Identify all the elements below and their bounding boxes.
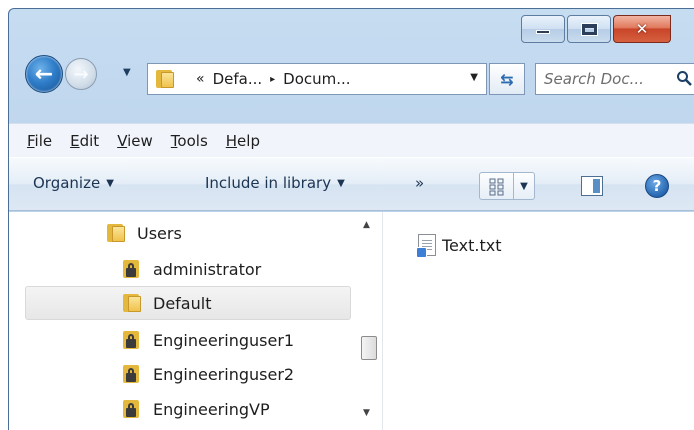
menu-file[interactable]: File [27,132,52,150]
tree-item-label: Default [153,293,212,313]
tree-item-label: Engineeringuser1 [153,330,295,350]
file-list-pane: Text.txt [384,212,694,430]
tiles-view-icon [489,178,504,196]
refresh-button[interactable]: ⇆ [489,63,525,95]
navigation-scrollbar[interactable]: ▲ ▼ [359,212,379,430]
search-box[interactable] [535,63,694,95]
help-button[interactable]: ? [645,174,669,198]
preview-pane-button[interactable] [581,176,603,196]
organize-button[interactable]: Organize ▼ [33,174,114,192]
view-options-dropdown-icon[interactable]: ▼ [514,173,534,199]
tree-item-engineeringuser1[interactable]: Engineeringuser1 [123,323,294,357]
scroll-down-icon[interactable]: ▼ [363,408,370,418]
menu-view[interactable]: View [117,132,153,150]
menu-bar: File Edit View Tools Help [9,123,694,157]
back-arrow-icon: ← [34,61,54,87]
folder-icon [156,70,176,88]
address-dropdown-icon[interactable]: ▼ [470,72,478,83]
forward-arrow-icon: → [73,63,89,85]
more-commands-button[interactable]: » [415,174,424,192]
minimize-icon [536,30,550,34]
breadcrumb-documents[interactable]: Docum... [283,70,350,88]
tree-item-default[interactable]: Default [25,286,351,320]
navigation-pane: Users administrator Default Engineeringu… [9,212,383,430]
locked-folder-icon [123,365,143,383]
tree-item-engineeringuser2[interactable]: Engineeringuser2 [123,357,294,391]
command-bar: Organize ▼ Include in library ▼ » ▼ ? [9,157,694,211]
tree-item-administrator[interactable]: administrator [123,252,261,286]
tree-item-users[interactable]: Users [107,216,182,250]
breadcrumb-default[interactable]: Defa... [213,70,263,88]
search-input[interactable] [544,65,676,93]
back-button[interactable]: ← [25,55,63,93]
address-overflow-chevron[interactable]: « [196,71,205,87]
content-area: Users administrator Default Engineeringu… [9,212,694,430]
explorer-window: ✕ ← → ▼ « Defa... ▸ Docum... ▼ ⇆ Search … [8,8,694,430]
close-button[interactable]: ✕ [613,15,671,43]
tree-item-engineeringvp[interactable]: EngineeringVP [123,392,270,426]
menu-help[interactable]: Help [226,132,260,150]
tree-item-label: Users [137,223,182,243]
folder-icon [107,224,127,242]
chevron-down-icon: ▼ [106,178,114,189]
file-item-text-txt[interactable]: Text.txt [416,230,502,260]
maximize-button[interactable] [567,15,611,43]
locked-folder-icon [123,260,143,278]
recent-pages-dropdown-icon[interactable]: ▼ [123,67,137,81]
refresh-icon: ⇆ [500,69,514,89]
minimize-button[interactable] [521,15,565,43]
search-icon[interactable] [676,70,692,86]
scroll-up-icon[interactable]: ▲ [363,220,370,230]
maximize-icon [580,22,598,36]
caption-buttons: ✕ [521,15,671,43]
tree-item-label: Engineeringuser2 [153,364,295,384]
change-view-button[interactable]: ▼ [479,172,535,200]
folder-icon [123,294,143,312]
forward-button[interactable]: → [65,58,97,90]
locked-folder-icon [123,400,143,418]
file-name: Text.txt [442,235,502,255]
include-in-library-button[interactable]: Include in library ▼ [205,174,345,192]
scrollbar-thumb[interactable] [361,336,377,360]
tree-item-label: administrator [153,259,262,279]
breadcrumb-separator-icon[interactable]: ▸ [270,74,275,85]
locked-folder-icon [123,331,143,349]
menu-tools[interactable]: Tools [171,132,208,150]
tree-item-label: EngineeringVP [153,399,270,419]
close-icon: ✕ [635,20,649,38]
chevron-down-icon: ▼ [337,178,345,189]
menu-edit[interactable]: Edit [70,132,99,150]
text-file-icon [416,234,436,258]
address-bar[interactable]: « Defa... ▸ Docum... ▼ [147,63,487,95]
navigation-bar: ← → ▼ « Defa... ▸ Docum... ▼ ⇆ [9,51,694,95]
help-icon: ? [652,177,662,195]
